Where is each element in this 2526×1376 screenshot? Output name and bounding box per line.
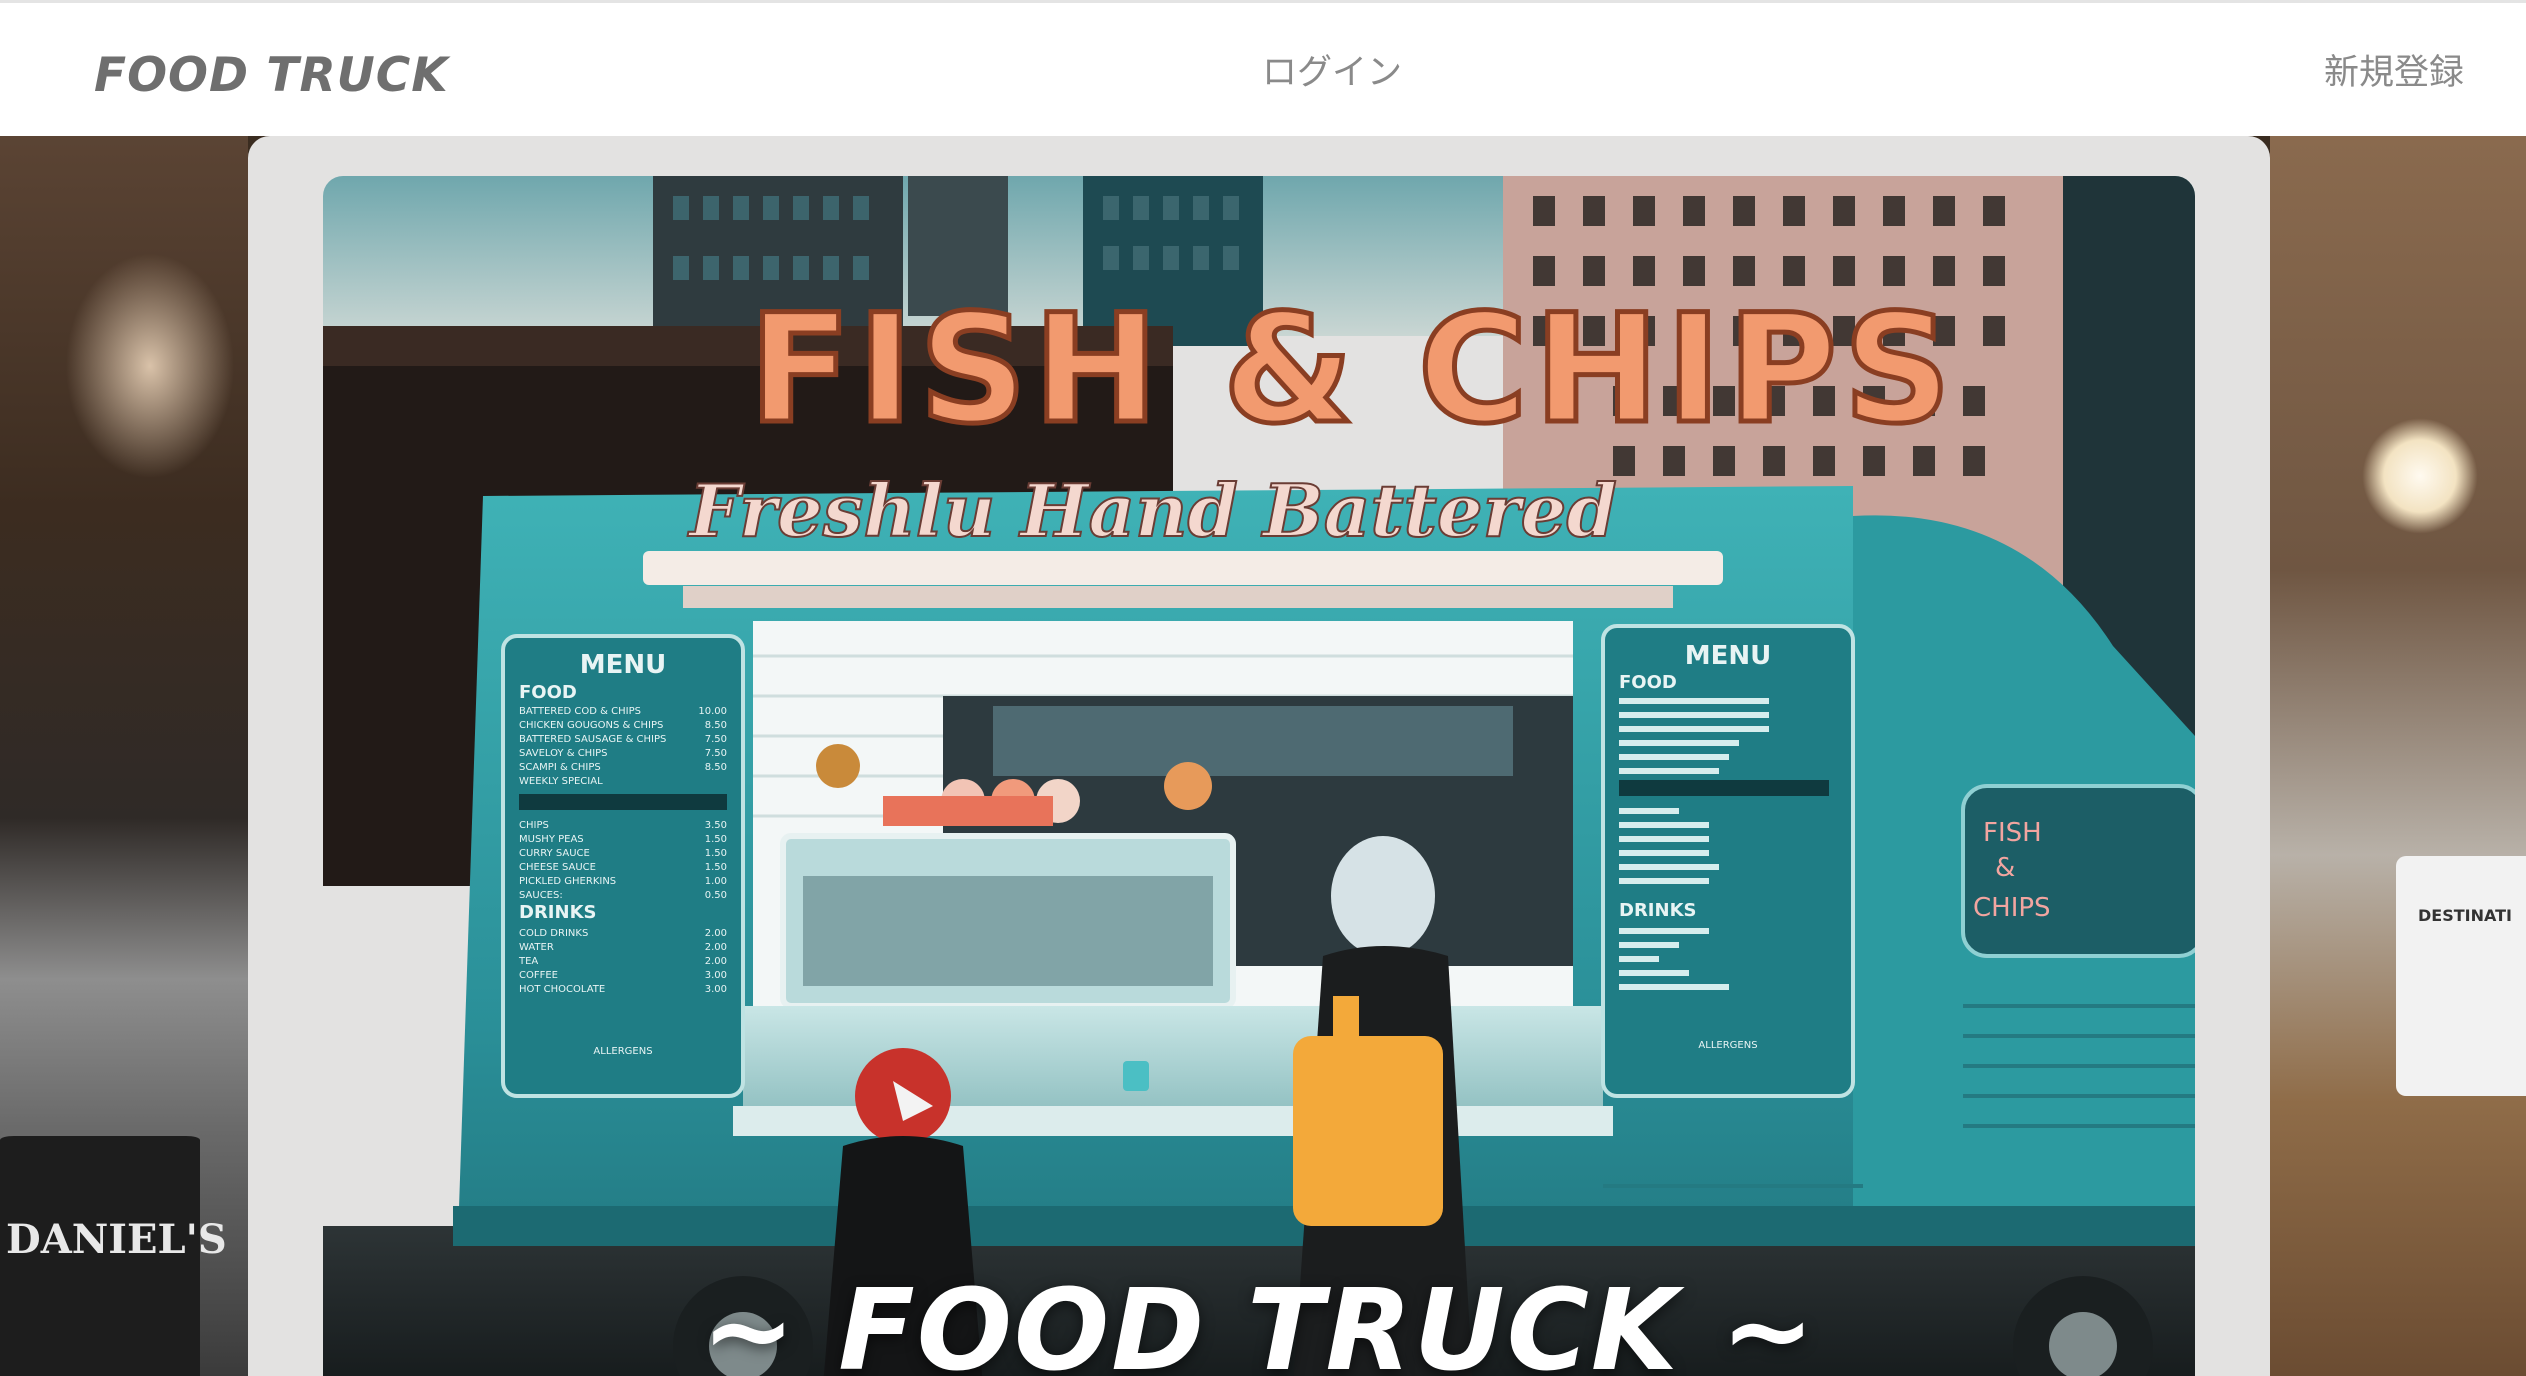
login-link[interactable]: ログイン [1262,43,1402,103]
menu-left-side-item-price: 1.50 [705,848,727,859]
menu-left-food-item-price: 8.50 [705,720,727,731]
menu-left-drink-item-name: COFFEE [519,970,558,981]
menu-right-heading: MENU [1685,641,1772,671]
background-left-photo: DANIEL'S [0,136,248,1376]
menu-left-food-heading: FOOD [519,682,577,703]
hero-title: ~ FOOD TRUCK ~ [701,1266,1817,1376]
menu-left-food-item-price: 8.50 [705,762,727,773]
menu-left-side-item-name: CURRY SAUCE [519,848,590,859]
menu-left-side-item-name: PICKLED GHERKINS [519,876,616,887]
menu-left-side-item-price: 1.50 [705,834,727,845]
menu-left-heading: MENU [580,650,667,680]
banner-text: Freshlu Hand Battered [687,468,1617,553]
register-link[interactable]: 新規登録 [2324,43,2464,103]
menu-left-food-item-name: BATTERED COD & CHIPS [519,706,641,717]
menu-left-drink-item-price: 3.00 [705,984,727,995]
menu-right-food-heading: FOOD [1619,672,1677,693]
menu-left-side-item-price: 1.50 [705,862,727,873]
svg-text:FISH: FISH [1983,818,2042,848]
menu-left-food-item-price: 7.50 [705,734,727,745]
food-truck-illustration: FISH & CHIPS Freshlu Hand Battered MENU … [323,176,2195,1376]
background-mug: DESTINATI [2396,856,2526,1096]
menu-left-side-item-name: SAUCES: [519,890,563,901]
site-header: FOOD TRUCK ログイン 新規登録 [0,0,2526,136]
menu-left-side-item-price: 3.50 [705,820,727,831]
menu-left-food-item-price: 7.50 [705,748,727,759]
menu-right-drinks-heading: DRINKS [1619,900,1696,921]
menu-right-footer: ALLERGENS [1698,1040,1757,1051]
menu-left-side-item-name: MUSHY PEAS [519,834,584,845]
hero-image: FISH & CHIPS Freshlu Hand Battered MENU … [323,176,2195,1376]
menu-left-drink-item-price: 3.00 [705,970,727,981]
fish-chips-sign: FISH & CHIPS [746,281,1958,460]
menu-left-drinks-heading: DRINKS [519,902,596,923]
svg-text:&: & [1995,853,2015,883]
menu-left-drink-item-name: HOT CHOCOLATE [519,984,605,995]
background-can-label: DANIEL'S [6,1216,227,1263]
menu-left-food-item-price: 10.00 [698,706,727,717]
menu-left-side-item-price: 0.50 [705,890,727,901]
menu-left-footer: ALLERGENS [593,1046,652,1057]
menu-left-food-item-name: SAVELOY & CHIPS [519,748,608,759]
menu-board-left: MENU FOOD BATTERED COD & CHIPS 10.00 CHICK… [501,634,745,1098]
menu-left-drink-item-name: WATER [519,942,554,953]
menu-left-food-item-name: SCAMPI & CHIPS [519,762,601,773]
site-logo[interactable]: FOOD TRUCK [94,41,449,111]
menu-left-food-item-name: WEEKLY SPECIAL [519,776,603,787]
background-right-photo: DESTINATI [2270,136,2526,1376]
menu-left-drink-item-name: TEA [518,956,538,967]
background-mug-label: DESTINATI [2418,906,2512,925]
menu-left-side-item-name: CHEESE SAUCE [519,862,596,873]
hero-card: FISH & CHIPS Freshlu Hand Battered MENU … [248,136,2270,1376]
menu-left-drink-item-name: COLD DRINKS [519,928,588,939]
menu-left-drink-item-price: 2.00 [705,942,727,953]
serving-window [733,621,1613,1136]
menu-left-food-item-name: CHICKEN GOUGONS & CHIPS [519,720,663,731]
menu-left-food-item-name: BATTERED SAUSAGE & CHIPS [519,734,666,745]
menu-left-drink-item-price: 2.00 [705,928,727,939]
sign-text: FISH & CHIPS [749,283,1958,457]
menu-board-right: MENU FOOD DRINKS ALLERGENS [1601,624,1855,1098]
hand-battered-banner: Freshlu Hand Battered [643,467,1723,608]
svg-text:CHIPS: CHIPS [1973,893,2051,923]
menu-left-side-item-name: CHIPS [519,820,549,831]
hero-stage: DANIEL'S DESTINATI FISH & CHIPS Freshlu … [0,136,2526,1376]
menu-left-drink-item-price: 2.00 [705,956,727,967]
menu-left-side-item-price: 1.00 [705,876,727,887]
background-can: DANIEL'S [0,1126,227,1376]
